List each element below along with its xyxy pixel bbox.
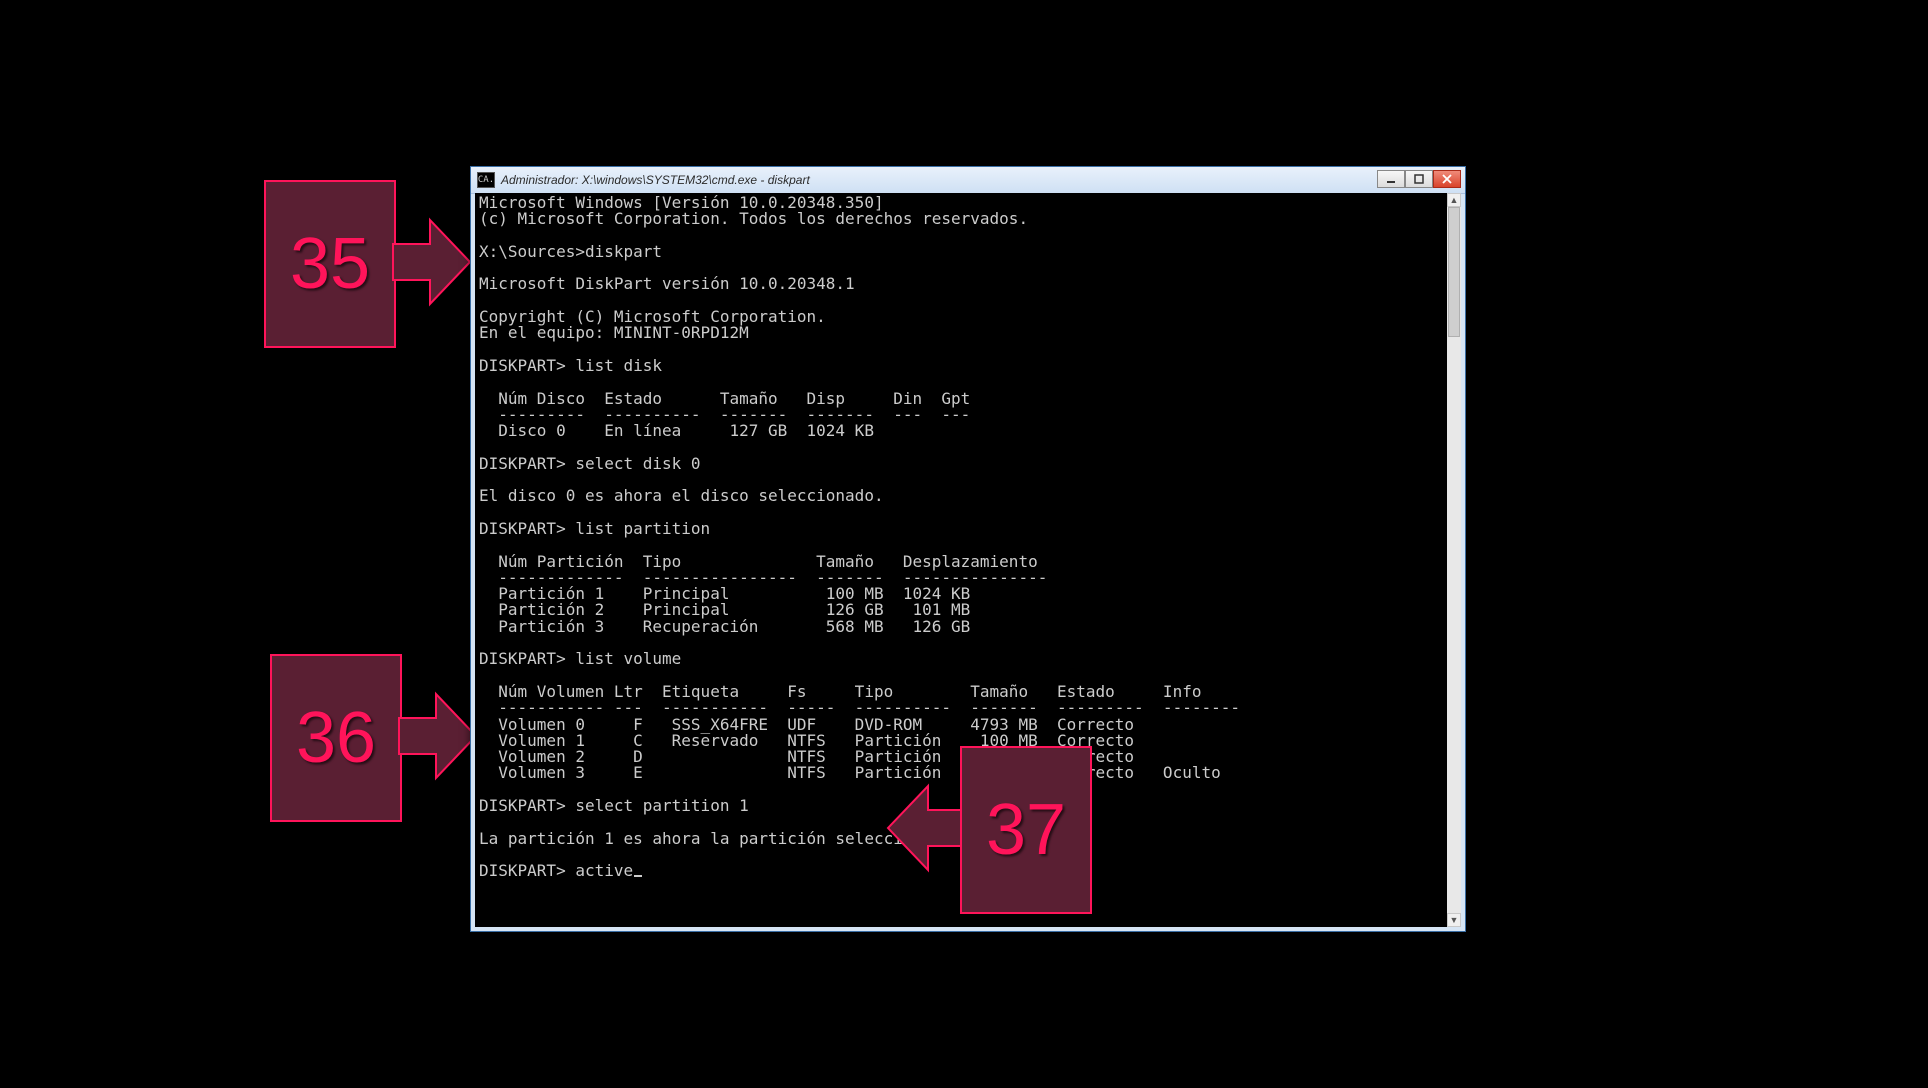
callout-35-label: 35 — [290, 223, 370, 305]
scroll-down-button[interactable]: ▼ — [1447, 913, 1461, 927]
cmd-icon: CA. — [477, 172, 495, 188]
callout-36: 36 — [270, 654, 480, 824]
cursor — [634, 875, 642, 877]
maximize-button[interactable] — [1405, 170, 1433, 188]
arrow-right-icon — [392, 216, 472, 308]
scroll-up-button[interactable]: ▲ — [1447, 193, 1461, 207]
callout-36-label: 36 — [296, 697, 376, 779]
canvas: 35 36 CA. Administrador: X:\windows\SYST… — [0, 0, 1928, 1088]
close-button[interactable] — [1433, 170, 1461, 188]
callout-35: 35 — [264, 180, 474, 350]
minimize-button[interactable] — [1377, 170, 1405, 188]
callout-37: 37 — [886, 746, 1096, 916]
scrollbar-vertical[interactable]: ▲ ▼ — [1447, 193, 1461, 927]
window-title: Administrador: X:\windows\SYSTEM32\cmd.e… — [501, 173, 810, 187]
scroll-thumb[interactable] — [1448, 207, 1460, 337]
arrow-left-icon — [886, 782, 966, 874]
callout-37-label: 37 — [986, 789, 1066, 871]
titlebar[interactable]: CA. Administrador: X:\windows\SYSTEM32\c… — [471, 167, 1465, 194]
arrow-right-icon — [398, 690, 478, 782]
